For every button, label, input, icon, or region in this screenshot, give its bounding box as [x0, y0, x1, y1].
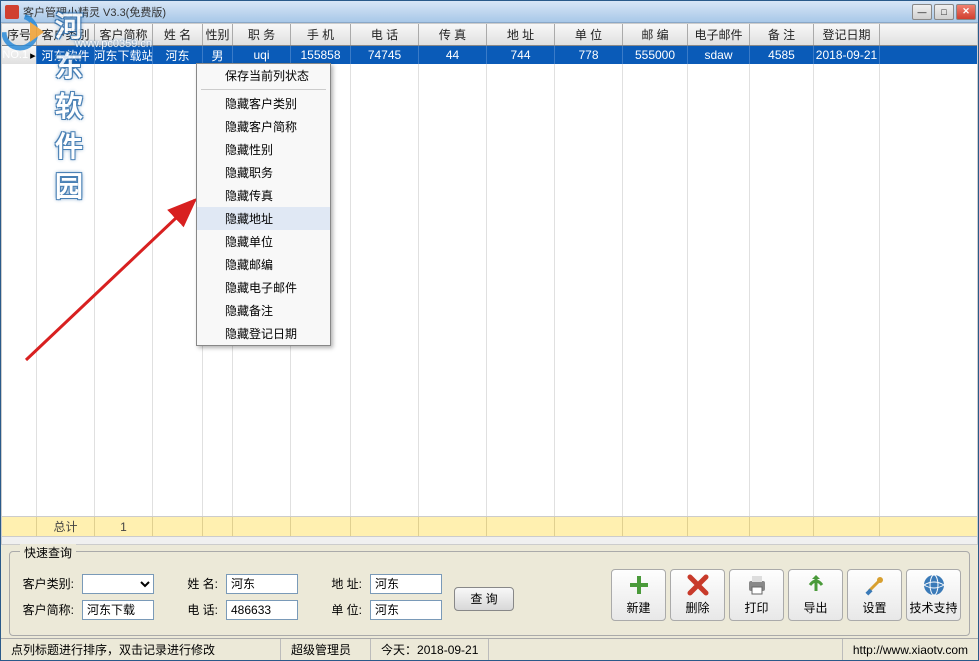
status-url[interactable]: http://www.xiaotv.com — [842, 639, 978, 660]
query-button[interactable]: 查 询 — [454, 587, 514, 611]
context-menu-item[interactable]: 隐藏电子邮件 — [197, 276, 330, 299]
short-input[interactable] — [82, 600, 154, 620]
statusbar: 点列标题进行排序，双击记录进行修改 超级管理员 今天：2018-09-21 ht… — [1, 638, 978, 660]
context-menu-item[interactable]: 隐藏传真 — [197, 184, 330, 207]
address-input[interactable] — [370, 574, 442, 594]
export-button[interactable]: 导出 — [788, 569, 843, 621]
close-button[interactable]: ✕ — [956, 4, 976, 20]
action-label: 打印 — [744, 599, 768, 616]
data-grid: 序号客户类别客户简称姓 名性别职 务手 机电 话传 真地 址单 位邮 编电子邮件… — [1, 23, 978, 545]
context-menu-item[interactable]: 隐藏单位 — [197, 230, 330, 253]
column-header[interactable]: 客户简称 — [95, 24, 153, 45]
footer-count: 1 — [95, 517, 153, 536]
grid-header[interactable]: 序号客户类别客户简称姓 名性别职 务手 机电 话传 真地 址单 位邮 编电子邮件… — [2, 24, 977, 46]
context-menu-item[interactable]: 隐藏性别 — [197, 138, 330, 161]
window-title: 客户管理小精灵 V3.3(免费版) — [23, 4, 166, 20]
column-header[interactable]: 单 位 — [555, 24, 623, 45]
plus-icon — [627, 573, 651, 597]
cell: 74745 — [351, 46, 419, 64]
cell: 男 — [203, 46, 233, 64]
grid-footer: 总计1 — [2, 516, 977, 536]
cell: 河东软件 — [37, 46, 95, 64]
row-indicator: NO.1▸ — [2, 46, 37, 64]
column-header[interactable]: 手 机 — [291, 24, 351, 45]
query-panel: 快速查询 客户类别: 姓 名: 地 址: 客户简称: 电 话: 单 位: — [9, 551, 970, 636]
support-icon — [922, 573, 946, 597]
column-header[interactable]: 电 话 — [351, 24, 419, 45]
context-menu-item[interactable]: 隐藏登记日期 — [197, 322, 330, 345]
unit-input[interactable] — [370, 600, 442, 620]
minimize-button[interactable]: — — [912, 4, 932, 20]
app-icon — [5, 5, 19, 19]
status-user: 超级管理员 — [281, 639, 371, 660]
table-row[interactable]: NO.1▸河东软件河东下载站河东男uqi15585874745447447785… — [2, 46, 977, 64]
column-header[interactable]: 登记日期 — [814, 24, 880, 45]
grid-body: NO.1▸河东软件河东下载站河东男uqi15585874745447447785… — [2, 46, 977, 516]
column-header[interactable]: 性别 — [203, 24, 233, 45]
delete-icon — [686, 573, 710, 597]
export-icon — [804, 573, 828, 597]
column-header[interactable]: 地 址 — [487, 24, 555, 45]
name-label: 姓 名: — [162, 575, 218, 592]
action-label: 设置 — [862, 599, 886, 616]
context-menu: 保存当前列状态隐藏客户类别隐藏客户简称隐藏性别隐藏职务隐藏传真隐藏地址隐藏单位隐… — [196, 63, 331, 346]
support-button[interactable]: 技术支持 — [906, 569, 961, 621]
cell: 2018-09-21 — [814, 46, 880, 64]
print-icon — [745, 573, 769, 597]
address-label: 地 址: — [306, 575, 362, 592]
titlebar: 客户管理小精灵 V3.3(免费版) — □ ✕ — [1, 1, 978, 23]
print-button[interactable]: 打印 — [729, 569, 784, 621]
cell: 44 — [419, 46, 487, 64]
footer-label: 总计 — [37, 517, 95, 536]
category-label: 客户类别: — [18, 575, 74, 592]
column-header[interactable]: 邮 编 — [623, 24, 688, 45]
status-hint: 点列标题进行排序，双击记录进行修改 — [1, 639, 281, 660]
cell: sdaw — [688, 46, 750, 64]
category-select[interactable] — [82, 574, 154, 594]
delete-button[interactable]: 删除 — [670, 569, 725, 621]
action-label: 导出 — [803, 599, 827, 616]
status-date: 今天：2018-09-21 — [371, 639, 489, 660]
context-menu-item[interactable]: 隐藏职务 — [197, 161, 330, 184]
plus-button[interactable]: 新建 — [611, 569, 666, 621]
context-menu-item[interactable]: 隐藏客户类别 — [197, 92, 330, 115]
column-header[interactable]: 职 务 — [233, 24, 291, 45]
phone-label: 电 话: — [162, 601, 218, 618]
column-header[interactable]: 传 真 — [419, 24, 487, 45]
context-menu-item[interactable]: 隐藏备注 — [197, 299, 330, 322]
settings-button[interactable]: 设置 — [847, 569, 902, 621]
cell: 744 — [487, 46, 555, 64]
settings-icon — [863, 573, 887, 597]
column-header[interactable]: 客户类别 — [37, 24, 95, 45]
name-input[interactable] — [226, 574, 298, 594]
cell: 778 — [555, 46, 623, 64]
cell: uqi — [233, 46, 291, 64]
context-menu-item[interactable]: 隐藏客户简称 — [197, 115, 330, 138]
column-header[interactable]: 姓 名 — [153, 24, 203, 45]
context-menu-item[interactable]: 隐藏邮编 — [197, 253, 330, 276]
cell: 河东下载站 — [95, 46, 153, 64]
maximize-button[interactable]: □ — [934, 4, 954, 20]
unit-label: 单 位: — [306, 601, 362, 618]
action-label: 删除 — [685, 599, 709, 616]
cell: 155858 — [291, 46, 351, 64]
horizontal-scrollbar[interactable] — [2, 536, 977, 545]
phone-input[interactable] — [226, 600, 298, 620]
short-label: 客户简称: — [18, 601, 74, 618]
context-menu-item[interactable]: 保存当前列状态 — [197, 64, 330, 87]
cell: 河东 — [153, 46, 203, 64]
query-panel-title: 快速查询 — [20, 544, 76, 561]
column-header[interactable]: 备 注 — [750, 24, 814, 45]
column-header[interactable]: 序号 — [2, 24, 37, 45]
column-header[interactable]: 电子邮件 — [688, 24, 750, 45]
action-label: 技术支持 — [909, 599, 957, 616]
context-menu-item[interactable]: 隐藏地址 — [197, 207, 330, 230]
cell: 555000 — [623, 46, 688, 64]
action-label: 新建 — [626, 599, 650, 616]
cell: 4585 — [750, 46, 814, 64]
